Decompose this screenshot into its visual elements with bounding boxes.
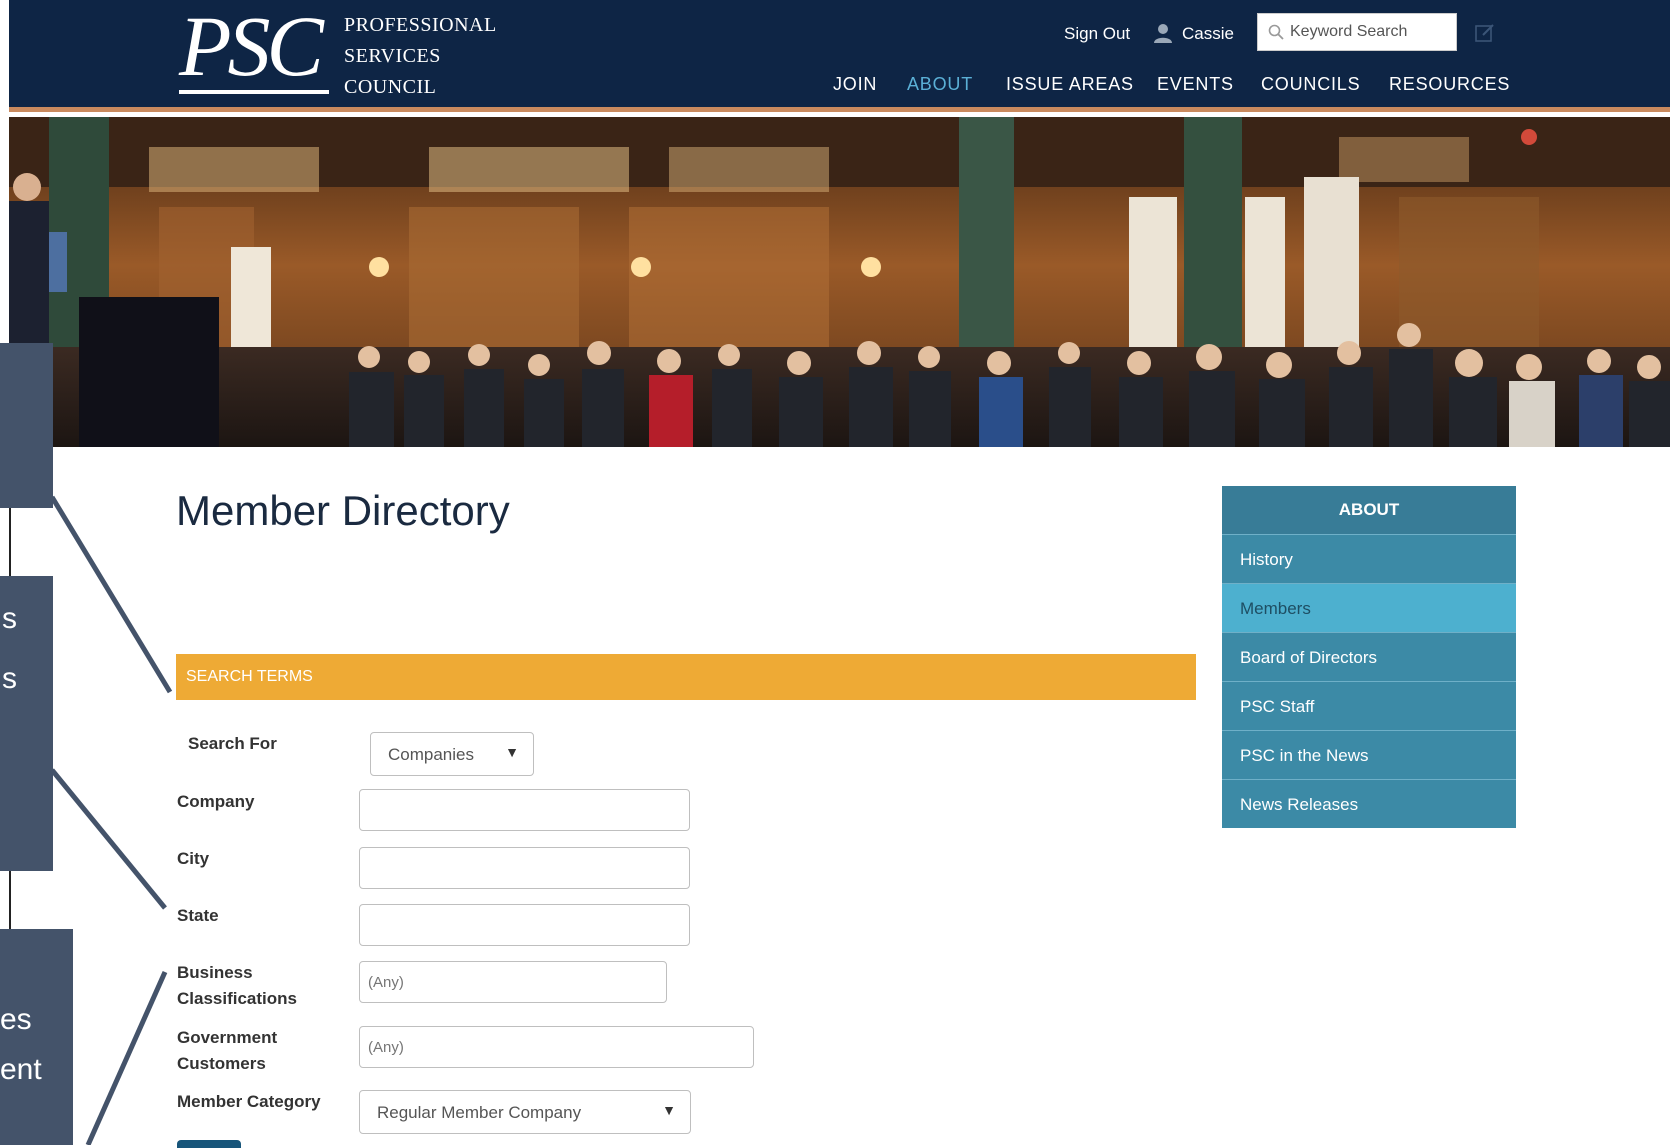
- conference-photo: [9, 117, 1670, 447]
- member-category-select[interactable]: Regular Member Company ▼: [359, 1090, 691, 1134]
- username-link[interactable]: Cassie: [1182, 24, 1234, 44]
- business-classifications-label: Business Classifications: [177, 960, 297, 1012]
- annotation-divider-2: [9, 871, 11, 929]
- keyword-search[interactable]: [1257, 13, 1457, 51]
- search-icon: [1268, 24, 1284, 40]
- company-label: Company: [177, 792, 255, 811]
- search-for-value: Companies: [388, 745, 474, 764]
- sidebar-heading: ABOUT: [1222, 486, 1516, 534]
- logo-wordmark: PROFESSIONAL SERVICES COUNCIL: [344, 10, 497, 103]
- logo-underline: [179, 90, 329, 94]
- user-icon: [1154, 24, 1172, 43]
- edit-icon[interactable]: [1474, 22, 1496, 44]
- state-label: State: [177, 906, 219, 925]
- search-for-label: Search For: [188, 734, 277, 753]
- business-classifications-input[interactable]: [359, 961, 667, 1003]
- government-customers-input[interactable]: [359, 1026, 754, 1068]
- logo-line-1: PROFESSIONAL: [344, 14, 497, 36]
- nav-events[interactable]: EVENTS: [1157, 74, 1234, 95]
- city-input[interactable]: [359, 847, 690, 889]
- city-label: City: [177, 849, 210, 868]
- sidebar-item-news-releases[interactable]: News Releases: [1222, 779, 1516, 828]
- business-label-line-2: Classifications: [177, 989, 297, 1008]
- page-title: Member Directory: [176, 487, 510, 534]
- annotation-text-3: es: [0, 1003, 32, 1036]
- sidebar-item-board-of-directors[interactable]: Board of Directors: [1222, 632, 1516, 681]
- annotation-text-1: s: [2, 602, 17, 635]
- government-label-line-1: Government: [177, 1028, 278, 1047]
- nav-resources[interactable]: RESOURCES: [1389, 74, 1510, 95]
- about-sidebar: ABOUT History Members Board of Directors…: [1222, 486, 1516, 828]
- keyword-search-input[interactable]: [1290, 14, 1450, 50]
- member-category-label: Member Category: [177, 1092, 321, 1111]
- search-for-select[interactable]: Companies ▼: [370, 732, 534, 776]
- hero-banner: [9, 117, 1670, 447]
- logo-line-2: SERVICES: [344, 45, 441, 67]
- business-label-line-1: Business: [177, 963, 253, 982]
- nav-issue-areas[interactable]: ISSUE AREAS: [1006, 74, 1134, 95]
- sidebar-item-history[interactable]: History: [1222, 534, 1516, 583]
- state-input[interactable]: [359, 904, 690, 946]
- annotation-callout-1: [0, 343, 53, 508]
- sidebar-item-members[interactable]: Members: [1222, 583, 1516, 632]
- chevron-down-icon: ▼: [505, 744, 519, 760]
- company-input[interactable]: [359, 789, 690, 831]
- chevron-down-icon: ▼: [662, 1102, 676, 1118]
- annotation-text-2: s: [2, 662, 17, 695]
- government-label-line-2: Customers: [177, 1054, 266, 1073]
- government-customers-label: Government Customers: [177, 1025, 277, 1077]
- logo-line-3: COUNCIL: [344, 76, 437, 98]
- member-category-value: Regular Member Company: [377, 1103, 582, 1122]
- sidebar-item-psc-in-the-news[interactable]: PSC in the News: [1222, 730, 1516, 779]
- annotation-text-4: ent: [0, 1053, 42, 1086]
- annotation-callout-3: es ent: [0, 929, 73, 1145]
- sign-out-link[interactable]: Sign Out: [1064, 24, 1130, 44]
- sidebar-item-psc-staff[interactable]: PSC Staff: [1222, 681, 1516, 730]
- annotation-callout-2: s s: [0, 576, 53, 871]
- nav-councils[interactable]: COUNCILS: [1261, 74, 1360, 95]
- search-submit-button[interactable]: [177, 1140, 241, 1148]
- annotation-divider-1: [9, 508, 11, 576]
- nav-join[interactable]: JOIN: [833, 74, 877, 95]
- search-terms-bar: SEARCH TERMS: [176, 654, 1196, 700]
- logo-mark: PSC: [179, 0, 324, 94]
- nav-about[interactable]: ABOUT: [907, 74, 973, 95]
